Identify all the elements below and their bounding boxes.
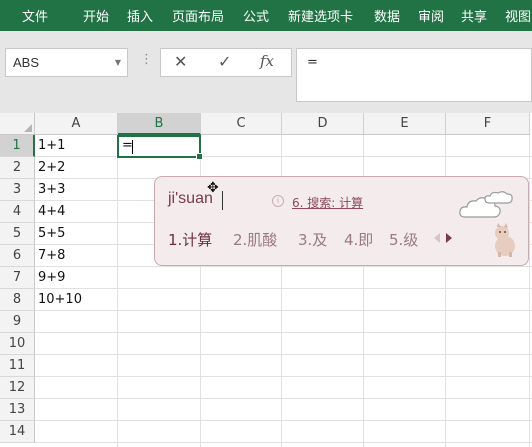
tab-share[interactable]: 共享 <box>461 6 487 25</box>
tab-view[interactable]: 视图 <box>505 6 531 25</box>
row-header-6[interactable]: 6 <box>0 245 35 267</box>
row-header-2[interactable]: 2 <box>0 157 35 179</box>
row-header-5[interactable]: 5 <box>0 223 35 245</box>
llama-mascot-icon <box>495 223 515 257</box>
gridline <box>35 398 532 399</box>
move-cursor-icon: ✥ <box>207 180 219 196</box>
column-header-a[interactable]: A <box>35 113 118 135</box>
gridline <box>35 310 532 311</box>
ime-candidate-4[interactable]: 4.即 <box>344 229 373 250</box>
previous-page-icon[interactable] <box>434 233 440 243</box>
column-header-f[interactable]: F <box>446 113 530 135</box>
text-caret <box>132 140 133 154</box>
row-header-9[interactable]: 9 <box>0 311 35 333</box>
gridline <box>35 376 532 377</box>
row-header-8[interactable]: 8 <box>0 289 35 311</box>
cell-a8[interactable]: 10+10 <box>38 289 82 311</box>
formula-content: = <box>307 55 318 70</box>
row-header-12[interactable]: 12 <box>0 377 35 399</box>
tab-data[interactable]: 数据 <box>374 6 400 25</box>
ribbon-tab-bar: 文件 开始 插入 页面布局 公式 新建选项卡 数据 审阅 共享 视图 <box>0 0 532 31</box>
cloud-icon <box>459 191 513 218</box>
gridline <box>117 135 118 447</box>
cell-a6[interactable]: 7+8 <box>38 245 65 267</box>
column-header-e[interactable]: E <box>364 113 446 135</box>
gridline <box>35 266 532 267</box>
worksheet-grid: A B C D E F 1 2 3 4 5 6 7 8 9 10 11 12 1… <box>0 113 532 447</box>
formula-bar-area: ABS ▼ ⋮ ✕ ✓ fx = <box>0 31 532 113</box>
gridline <box>35 156 532 157</box>
enter-icon[interactable]: ✓ <box>218 52 231 71</box>
row-header-1[interactable]: 1 <box>0 135 35 157</box>
cell-a5[interactable]: 5+5 <box>38 223 65 245</box>
gridline <box>35 332 532 333</box>
ime-candidate-1[interactable]: 1.计算 <box>168 229 212 250</box>
text-caret <box>222 191 223 210</box>
formula-buttons: ✕ ✓ fx <box>160 48 292 77</box>
gridline <box>35 288 532 289</box>
name-box-value: ABS <box>13 55 40 70</box>
row-header-3[interactable]: 3 <box>0 179 35 201</box>
cell-a1[interactable]: 1+1 <box>38 135 65 157</box>
row-header-11[interactable]: 11 <box>0 355 35 377</box>
name-box[interactable]: ABS ▼ <box>5 48 128 77</box>
cancel-icon[interactable]: ✕ <box>174 52 187 71</box>
row-header-10[interactable]: 10 <box>0 333 35 355</box>
next-page-icon[interactable] <box>446 233 452 243</box>
row-header-4[interactable]: 4 <box>0 201 35 223</box>
gridline <box>35 420 532 421</box>
select-all-corner[interactable] <box>0 113 35 135</box>
tab-new-tab[interactable]: 新建选项卡 <box>288 6 353 25</box>
column-header-d[interactable]: D <box>282 113 364 135</box>
gridline <box>529 135 530 447</box>
gridline <box>35 354 532 355</box>
cell-a2[interactable]: 2+2 <box>38 157 65 179</box>
column-header-c[interactable]: C <box>201 113 282 135</box>
cell-a7[interactable]: 9+9 <box>38 267 65 289</box>
tab-insert[interactable]: 插入 <box>127 6 153 25</box>
ime-candidate-2[interactable]: 2.肌酸 <box>233 229 277 250</box>
insert-function-icon[interactable]: fx <box>260 52 274 70</box>
ime-candidate-5[interactable]: 5.级 <box>389 229 418 250</box>
fill-handle[interactable] <box>196 153 203 160</box>
row-header-7[interactable]: 7 <box>0 267 35 289</box>
drag-handle-icon[interactable]: ⋮ <box>140 52 153 67</box>
tab-formulas[interactable]: 公式 <box>243 6 269 25</box>
row-header-14[interactable]: 14 <box>0 421 35 443</box>
info-icon: i <box>272 195 284 207</box>
ime-candidate-3[interactable]: 3.及 <box>298 229 327 250</box>
row-header-13[interactable]: 13 <box>0 399 35 421</box>
formula-input[interactable]: = <box>296 48 532 102</box>
tab-review[interactable]: 审阅 <box>418 6 444 25</box>
tab-home[interactable]: 开始 <box>83 6 109 25</box>
tab-page-layout[interactable]: 页面布局 <box>172 6 224 25</box>
gridline <box>35 442 532 443</box>
select-all-icon <box>24 124 32 132</box>
ime-search-link[interactable]: 6. 搜索: 计算 <box>292 194 363 211</box>
column-header-b[interactable]: B <box>118 113 201 135</box>
cell-a3[interactable]: 3+3 <box>38 179 65 201</box>
dropdown-arrow-icon[interactable]: ▼ <box>115 58 121 67</box>
tab-file[interactable]: 文件 <box>22 6 48 25</box>
active-cell-b1[interactable]: = <box>117 135 203 160</box>
cell-a4[interactable]: 4+4 <box>38 201 65 223</box>
